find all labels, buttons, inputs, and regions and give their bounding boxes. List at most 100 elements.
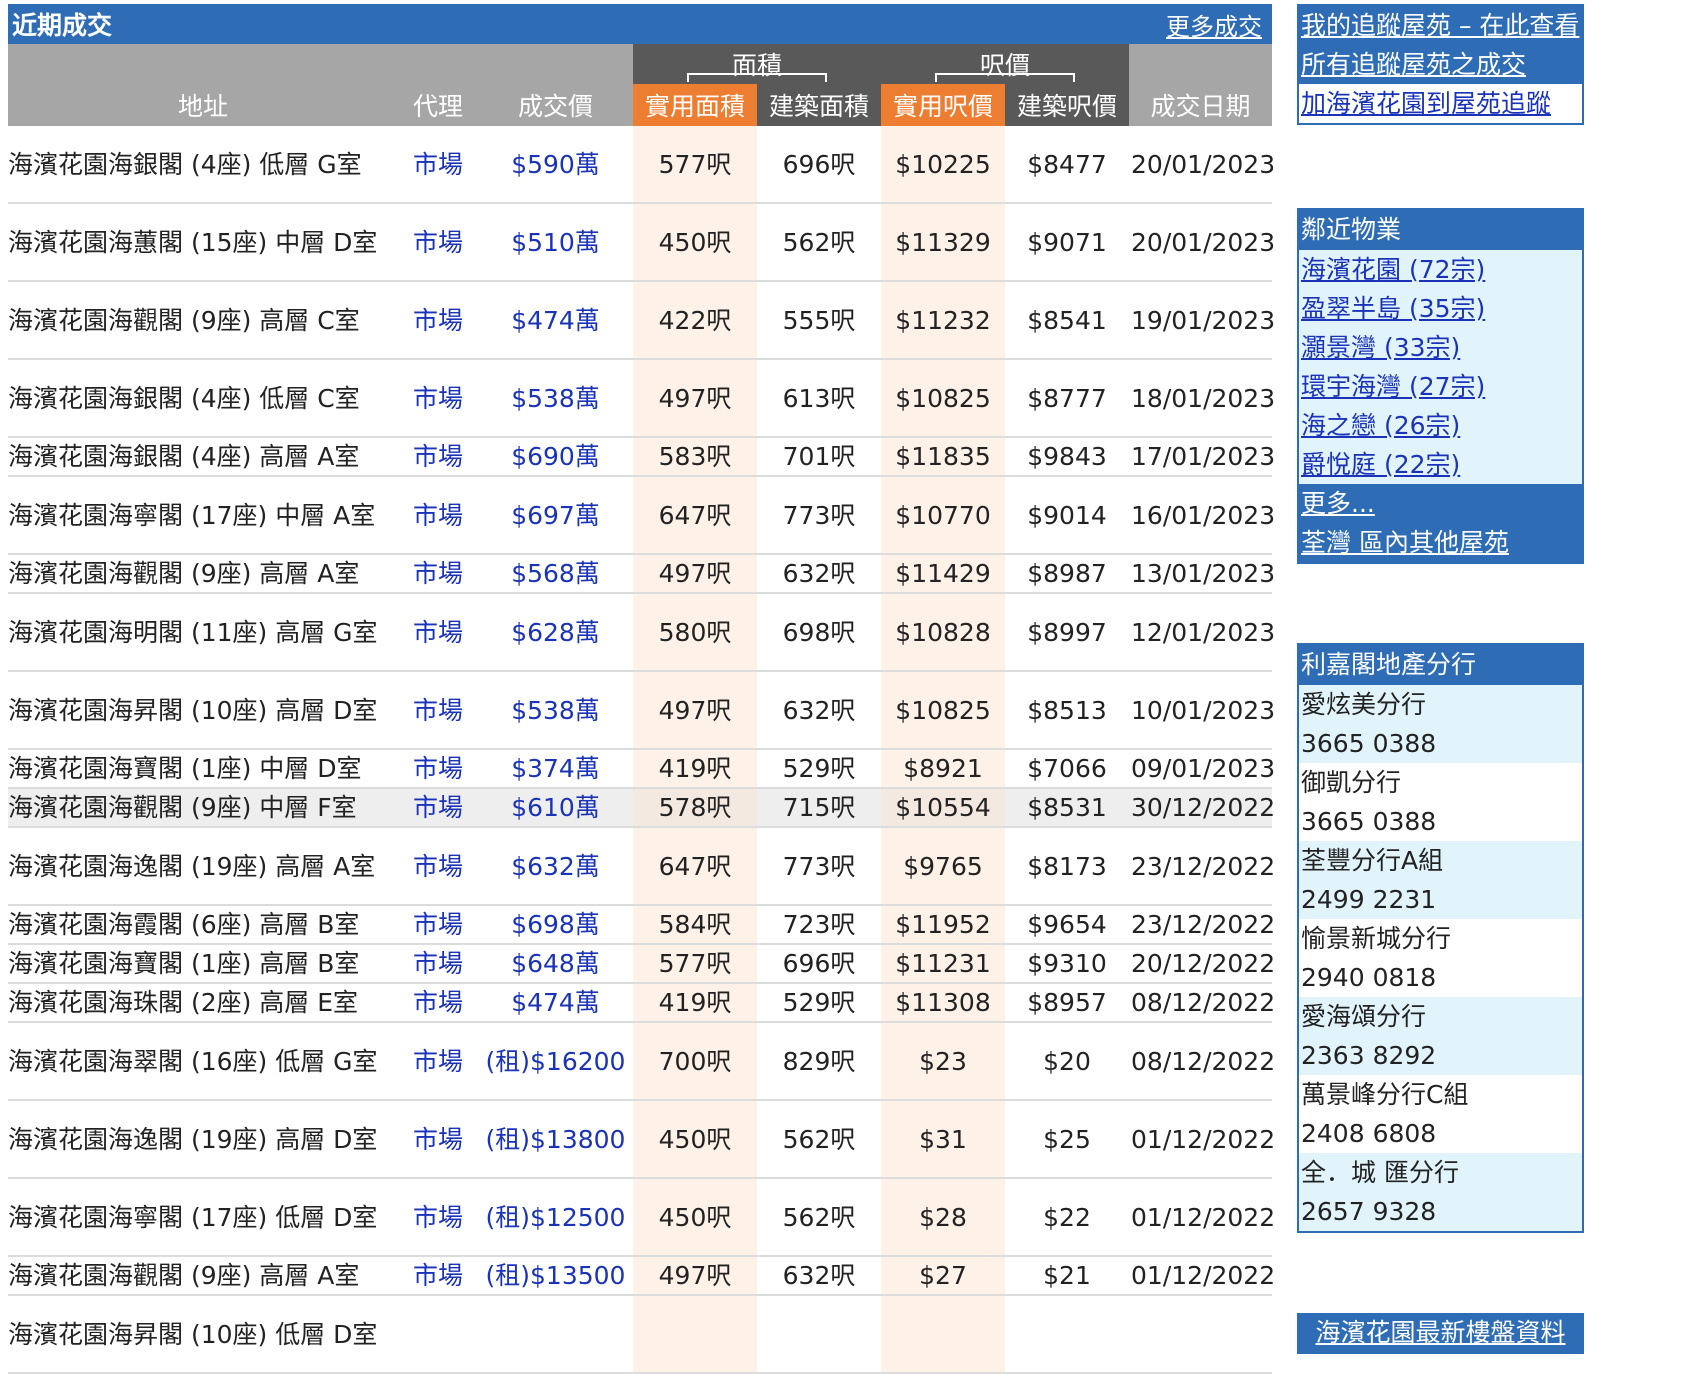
gross-area-cell: 701呎 <box>757 437 882 477</box>
agent-link[interactable]: 市場 <box>398 554 478 594</box>
price-link[interactable]: $510萬 <box>478 203 633 282</box>
agent-link[interactable]: 市場 <box>398 827 478 906</box>
price-link[interactable]: $690萬 <box>478 437 633 477</box>
table-row[interactable]: 海濱花園海觀閣 (9座) 中層 F室 市場 $610萬 578呎 715呎 $10554 $… <box>8 788 1275 828</box>
agent-link[interactable] <box>398 1295 478 1374</box>
col-header-date[interactable]: 成交日期 <box>1129 84 1273 126</box>
table-row[interactable]: 海濱花園海觀閣 (9座) 高層 A室 市場 $568萬 497呎 632呎 $11429 $… <box>8 554 1275 594</box>
table-row[interactable]: 海濱花園海明閣 (11座) 高層 G室 市場 $628萬 580呎 698呎 $10828… <box>8 593 1275 672</box>
nearby-item-link[interactable]: 海濱花園 (72宗) <box>1301 255 1485 284</box>
price-link[interactable]: $648萬 <box>478 944 633 984</box>
gross-area-cell: 698呎 <box>757 593 882 672</box>
agent-link[interactable]: 市場 <box>398 476 478 555</box>
col-header-gross-area[interactable]: 建築面積 <box>757 84 882 126</box>
latest-listings-link[interactable]: 海濱花園最新樓盤資料 <box>1315 1318 1565 1347</box>
date-cell: 30/12/2022 <box>1129 788 1275 828</box>
saleable-area-cell: 577呎 <box>633 944 757 984</box>
table-row[interactable]: 海濱花園海寧閣 (17座) 中層 A室 市場 $697萬 647呎 773呎 $10770… <box>8 476 1275 555</box>
nearby-item: 灝景灣 (33宗) <box>1299 328 1582 367</box>
recent-transactions-panel: 近期成交 更多成交 面積 呎價 地址 代理 成交價 實用面積 建築面積 實用呎價… <box>8 4 1275 1374</box>
date-cell: 18/01/2023 <box>1129 359 1275 438</box>
more-transactions-link[interactable]: 更多成交 <box>1166 7 1262 42</box>
agent-link[interactable]: 市場 <box>398 749 478 789</box>
table-row[interactable]: 海濱花園海銀閣 (4座) 低層 G室 市場 $590萬 577呎 696呎 $10225 $… <box>8 126 1275 204</box>
price-link[interactable]: $698萬 <box>478 905 633 945</box>
my-tracking-link[interactable]: 我的追蹤屋苑 – 在此查看 <box>1299 6 1582 45</box>
price-link[interactable]: $374萬 <box>478 749 633 789</box>
branch-name: 荃豐分行A組 <box>1301 846 1444 875</box>
price-link[interactable] <box>478 1295 633 1374</box>
price-link[interactable]: $538萬 <box>478 359 633 438</box>
price-link[interactable]: $610萬 <box>478 788 633 828</box>
agent-link[interactable]: 市場 <box>398 437 478 477</box>
agent-link[interactable]: 市場 <box>398 788 478 828</box>
table-row[interactable]: 海濱花園海蕙閣 (15座) 中層 D室 市場 $510萬 450呎 562呎 $11329… <box>8 203 1275 282</box>
nearby-item-link[interactable]: 爵悅庭 (22宗) <box>1301 450 1460 479</box>
price-link[interactable]: $474萬 <box>478 281 633 360</box>
price-link[interactable]: $632萬 <box>478 827 633 906</box>
table-row[interactable]: 海濱花園海觀閣 (9座) 高層 C室 市場 $474萬 422呎 555呎 $11232 $… <box>8 281 1275 360</box>
price-link[interactable]: (租)$16200 <box>478 1022 633 1101</box>
agent-link[interactable]: 市場 <box>398 1178 478 1257</box>
col-header-gross-psf[interactable]: 建築呎價 <box>1005 84 1130 126</box>
agent-link[interactable]: 市場 <box>398 593 478 672</box>
price-link[interactable]: $568萬 <box>478 554 633 594</box>
table-row[interactable]: 海濱花園海昇閣 (10座) 低層 D室 <box>8 1295 1273 1374</box>
table-row[interactable]: 海濱花園海翠閣 (16座) 低層 G室 市場 (租)$16200 700呎 829呎 $2… <box>8 1022 1275 1101</box>
agent-link[interactable]: 市場 <box>398 1256 478 1296</box>
nearby-item-link[interactable]: 海之戀 (26宗) <box>1301 411 1460 440</box>
table-row[interactable]: 海濱花園海逸閣 (19座) 高層 D室 市場 (租)$13800 450呎 562呎 $3… <box>8 1100 1275 1179</box>
col-header-saleable-psf[interactable]: 實用呎價 <box>881 84 1006 126</box>
nearby-item-link[interactable]: 盈翠半島 (35宗) <box>1301 294 1485 323</box>
agent-link[interactable]: 市場 <box>398 983 478 1023</box>
price-link[interactable]: (租)$12500 <box>478 1178 633 1257</box>
table-row[interactable]: 海濱花園海逸閣 (19座) 高層 A室 市場 $632萬 647呎 773呎 $9765 $… <box>8 827 1275 906</box>
col-header-price[interactable]: 成交價 <box>478 84 633 126</box>
branch-name: 愉景新城分行 <box>1301 924 1452 953</box>
table-row[interactable]: 海濱花園海銀閣 (4座) 高層 A室 市場 $690萬 583呎 701呎 $11835 $… <box>8 437 1275 477</box>
agent-link[interactable]: 市場 <box>398 1100 478 1179</box>
table-row[interactable]: 海濱花園海觀閣 (9座) 高層 A室 市場 (租)$13500 497呎 632呎 $27… <box>8 1256 1275 1296</box>
agent-link[interactable]: 市場 <box>398 203 478 282</box>
district-other-estates-link[interactable]: 荃灣 區內其他屋苑 <box>1301 523 1582 562</box>
nearby-more-link[interactable]: 更多... <box>1301 484 1582 523</box>
nearby-item-link[interactable]: 灝景灣 (33宗) <box>1301 333 1460 362</box>
gross-psf-cell: $8987 <box>1005 554 1130 594</box>
saleable-area-cell: 584呎 <box>633 905 757 945</box>
gross-area-cell: 562呎 <box>757 1100 882 1179</box>
branch-item: 愉景新城分行 2940 0818 <box>1299 919 1582 997</box>
table-row[interactable]: 海濱花園海昇閣 (10座) 高層 D室 市場 $538萬 497呎 632呎 $10825… <box>8 671 1275 750</box>
price-link[interactable]: $697萬 <box>478 476 633 555</box>
header-spacer <box>8 44 633 84</box>
price-link[interactable]: $538萬 <box>478 671 633 750</box>
agent-link[interactable]: 市場 <box>398 671 478 750</box>
all-tracking-transactions-link[interactable]: 所有追蹤屋苑之成交 <box>1299 45 1582 84</box>
col-header-agent[interactable]: 代理 <box>398 84 478 126</box>
col-header-address[interactable]: 地址 <box>8 84 398 126</box>
table-row[interactable]: 海濱花園海霞閣 (6座) 高層 B室 市場 $698萬 584呎 723呎 $11952 $… <box>8 905 1275 945</box>
gross-psf-cell: $9654 <box>1005 905 1130 945</box>
saleable-psf-cell: $10828 <box>881 593 1006 672</box>
price-link[interactable]: $474萬 <box>478 983 633 1023</box>
date-cell: 23/12/2022 <box>1129 827 1275 906</box>
nearby-item-link[interactable]: 環宇海灣 (27宗) <box>1301 372 1485 401</box>
agent-link[interactable]: 市場 <box>398 359 478 438</box>
table-row[interactable]: 海濱花園海珠閣 (2座) 高層 E室 市場 $474萬 419呎 529呎 $11308 $… <box>8 983 1275 1023</box>
gross-area-cell: 613呎 <box>757 359 882 438</box>
agent-link[interactable]: 市場 <box>398 905 478 945</box>
price-link[interactable]: (租)$13500 <box>478 1256 633 1296</box>
table-row[interactable]: 海濱花園海寶閣 (1座) 高層 B室 市場 $648萬 577呎 696呎 $11231 $… <box>8 944 1275 984</box>
date-cell: 23/12/2022 <box>1129 905 1275 945</box>
agent-link[interactable]: 市場 <box>398 944 478 984</box>
price-link[interactable]: (租)$13800 <box>478 1100 633 1179</box>
price-link[interactable]: $590萬 <box>478 126 633 204</box>
agent-link[interactable]: 市場 <box>398 281 478 360</box>
table-row[interactable]: 海濱花園海寶閣 (1座) 中層 D室 市場 $374萬 419呎 529呎 $8921 $7… <box>8 749 1275 789</box>
agent-link[interactable]: 市場 <box>398 126 478 204</box>
price-link[interactable]: $628萬 <box>478 593 633 672</box>
col-header-saleable-area[interactable]: 實用面積 <box>633 84 757 126</box>
agent-link[interactable]: 市場 <box>398 1022 478 1101</box>
table-row[interactable]: 海濱花園海銀閣 (4座) 低層 C室 市場 $538萬 497呎 613呎 $10825 $… <box>8 359 1275 438</box>
table-row[interactable]: 海濱花園海寧閣 (17座) 低層 D室 市場 (租)$12500 450呎 562呎 $2… <box>8 1178 1275 1257</box>
add-to-tracking-link[interactable]: 加海濱花園到屋苑追蹤 <box>1299 84 1582 123</box>
